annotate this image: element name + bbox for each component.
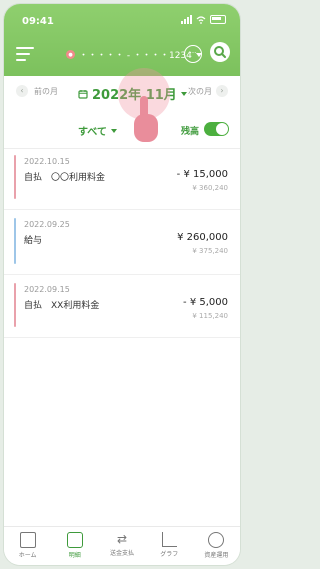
wifi-icon: [196, 15, 206, 24]
search-icon: [214, 46, 226, 58]
debit-indicator: [14, 283, 16, 327]
transaction-row[interactable]: 2022.10.15 自払 〇〇利用料金 - ¥ 15,000 ¥ 360,24…: [4, 149, 240, 210]
battery-icon: [210, 15, 226, 24]
statement-icon: [66, 532, 83, 548]
nav-label: 資産運用: [204, 552, 229, 559]
filter-dropdown[interactable]: すべて: [78, 123, 117, 138]
balance-label: 残高: [181, 127, 200, 137]
home-icon: [19, 532, 36, 548]
filter-label: すべて: [78, 127, 107, 138]
status-icons: [181, 15, 226, 24]
nav-label: ホーム: [18, 552, 37, 559]
nav-graph[interactable]: グラフ: [146, 527, 193, 565]
account-number: ・・・・・ - ・・・・1234: [79, 51, 192, 61]
transaction-description: 給与: [24, 236, 43, 246]
chevron-right-icon[interactable]: ›: [216, 85, 228, 97]
credit-indicator: [14, 218, 16, 264]
nav-label: 送金支払: [110, 550, 135, 557]
nav-transfer[interactable]: ⇄ 送金支払: [98, 527, 145, 565]
transaction-description: 自払 XX利用料金: [24, 301, 100, 311]
transaction-balance: ¥ 115,240: [192, 312, 228, 320]
bottom-navigation: ホーム 明細 ⇄ 送金支払 グラフ 資産運用: [4, 526, 240, 565]
nav-assets[interactable]: 資産運用: [193, 527, 240, 565]
search-button[interactable]: [210, 42, 230, 62]
transaction-row[interactable]: 2022.09.25 給与 ¥ 260,000 ¥ 375,240: [4, 212, 240, 275]
transaction-row[interactable]: 2022.09.15 自払 XX利用料金 - ¥ 5,000 ¥ 115,240: [4, 277, 240, 338]
phone-screen: 09:41 ● ・・・・・ - ・・・・1234 ··· ‹ 前の月 2022年…: [4, 4, 240, 565]
nav-label: 明細: [68, 552, 81, 559]
chat-icon[interactable]: ···: [184, 45, 202, 63]
filter-bar: すべて 残高: [4, 110, 240, 149]
menu-icon[interactable]: [16, 47, 34, 61]
chevron-down-icon: [110, 128, 117, 133]
bank-icon: ●: [66, 50, 75, 59]
account-selector[interactable]: ● ・・・・・ - ・・・・1234: [66, 48, 202, 61]
transaction-date: 2022.10.15: [24, 157, 70, 166]
coins-icon: [208, 532, 225, 548]
transaction-amount: ¥ 260,000: [177, 232, 228, 243]
balance-toggle[interactable]: [204, 122, 229, 136]
transaction-balance: ¥ 375,240: [192, 247, 228, 255]
next-month-link[interactable]: 次の月: [188, 86, 212, 97]
nav-label: グラフ: [160, 551, 179, 558]
transaction-description: 自払 〇〇利用料金: [24, 173, 106, 183]
chevron-down-icon: [180, 91, 187, 96]
nav-statement[interactable]: 明細: [51, 527, 98, 565]
signal-icon: [181, 15, 192, 24]
transaction-date: 2022.09.15: [24, 285, 70, 294]
nav-home[interactable]: ホーム: [4, 527, 51, 565]
transfer-icon: ⇄: [116, 532, 128, 546]
calendar-icon: [78, 89, 88, 99]
app-header: 09:41 ● ・・・・・ - ・・・・1234 ···: [4, 4, 240, 76]
chevron-left-icon[interactable]: ‹: [16, 85, 28, 97]
pointing-hand-icon: [132, 96, 158, 144]
transaction-date: 2022.09.25: [24, 220, 70, 229]
transaction-balance: ¥ 360,240: [192, 184, 228, 192]
status-time: 09:41: [22, 16, 54, 27]
transaction-amount: - ¥ 5,000: [183, 297, 228, 308]
transaction-amount: - ¥ 15,000: [176, 169, 228, 180]
debit-indicator: [14, 155, 16, 199]
prev-month-link[interactable]: 前の月: [34, 86, 58, 97]
graph-icon: [161, 532, 177, 547]
transaction-list: 2022.10.15 自払 〇〇利用料金 - ¥ 15,000 ¥ 360,24…: [4, 149, 240, 338]
